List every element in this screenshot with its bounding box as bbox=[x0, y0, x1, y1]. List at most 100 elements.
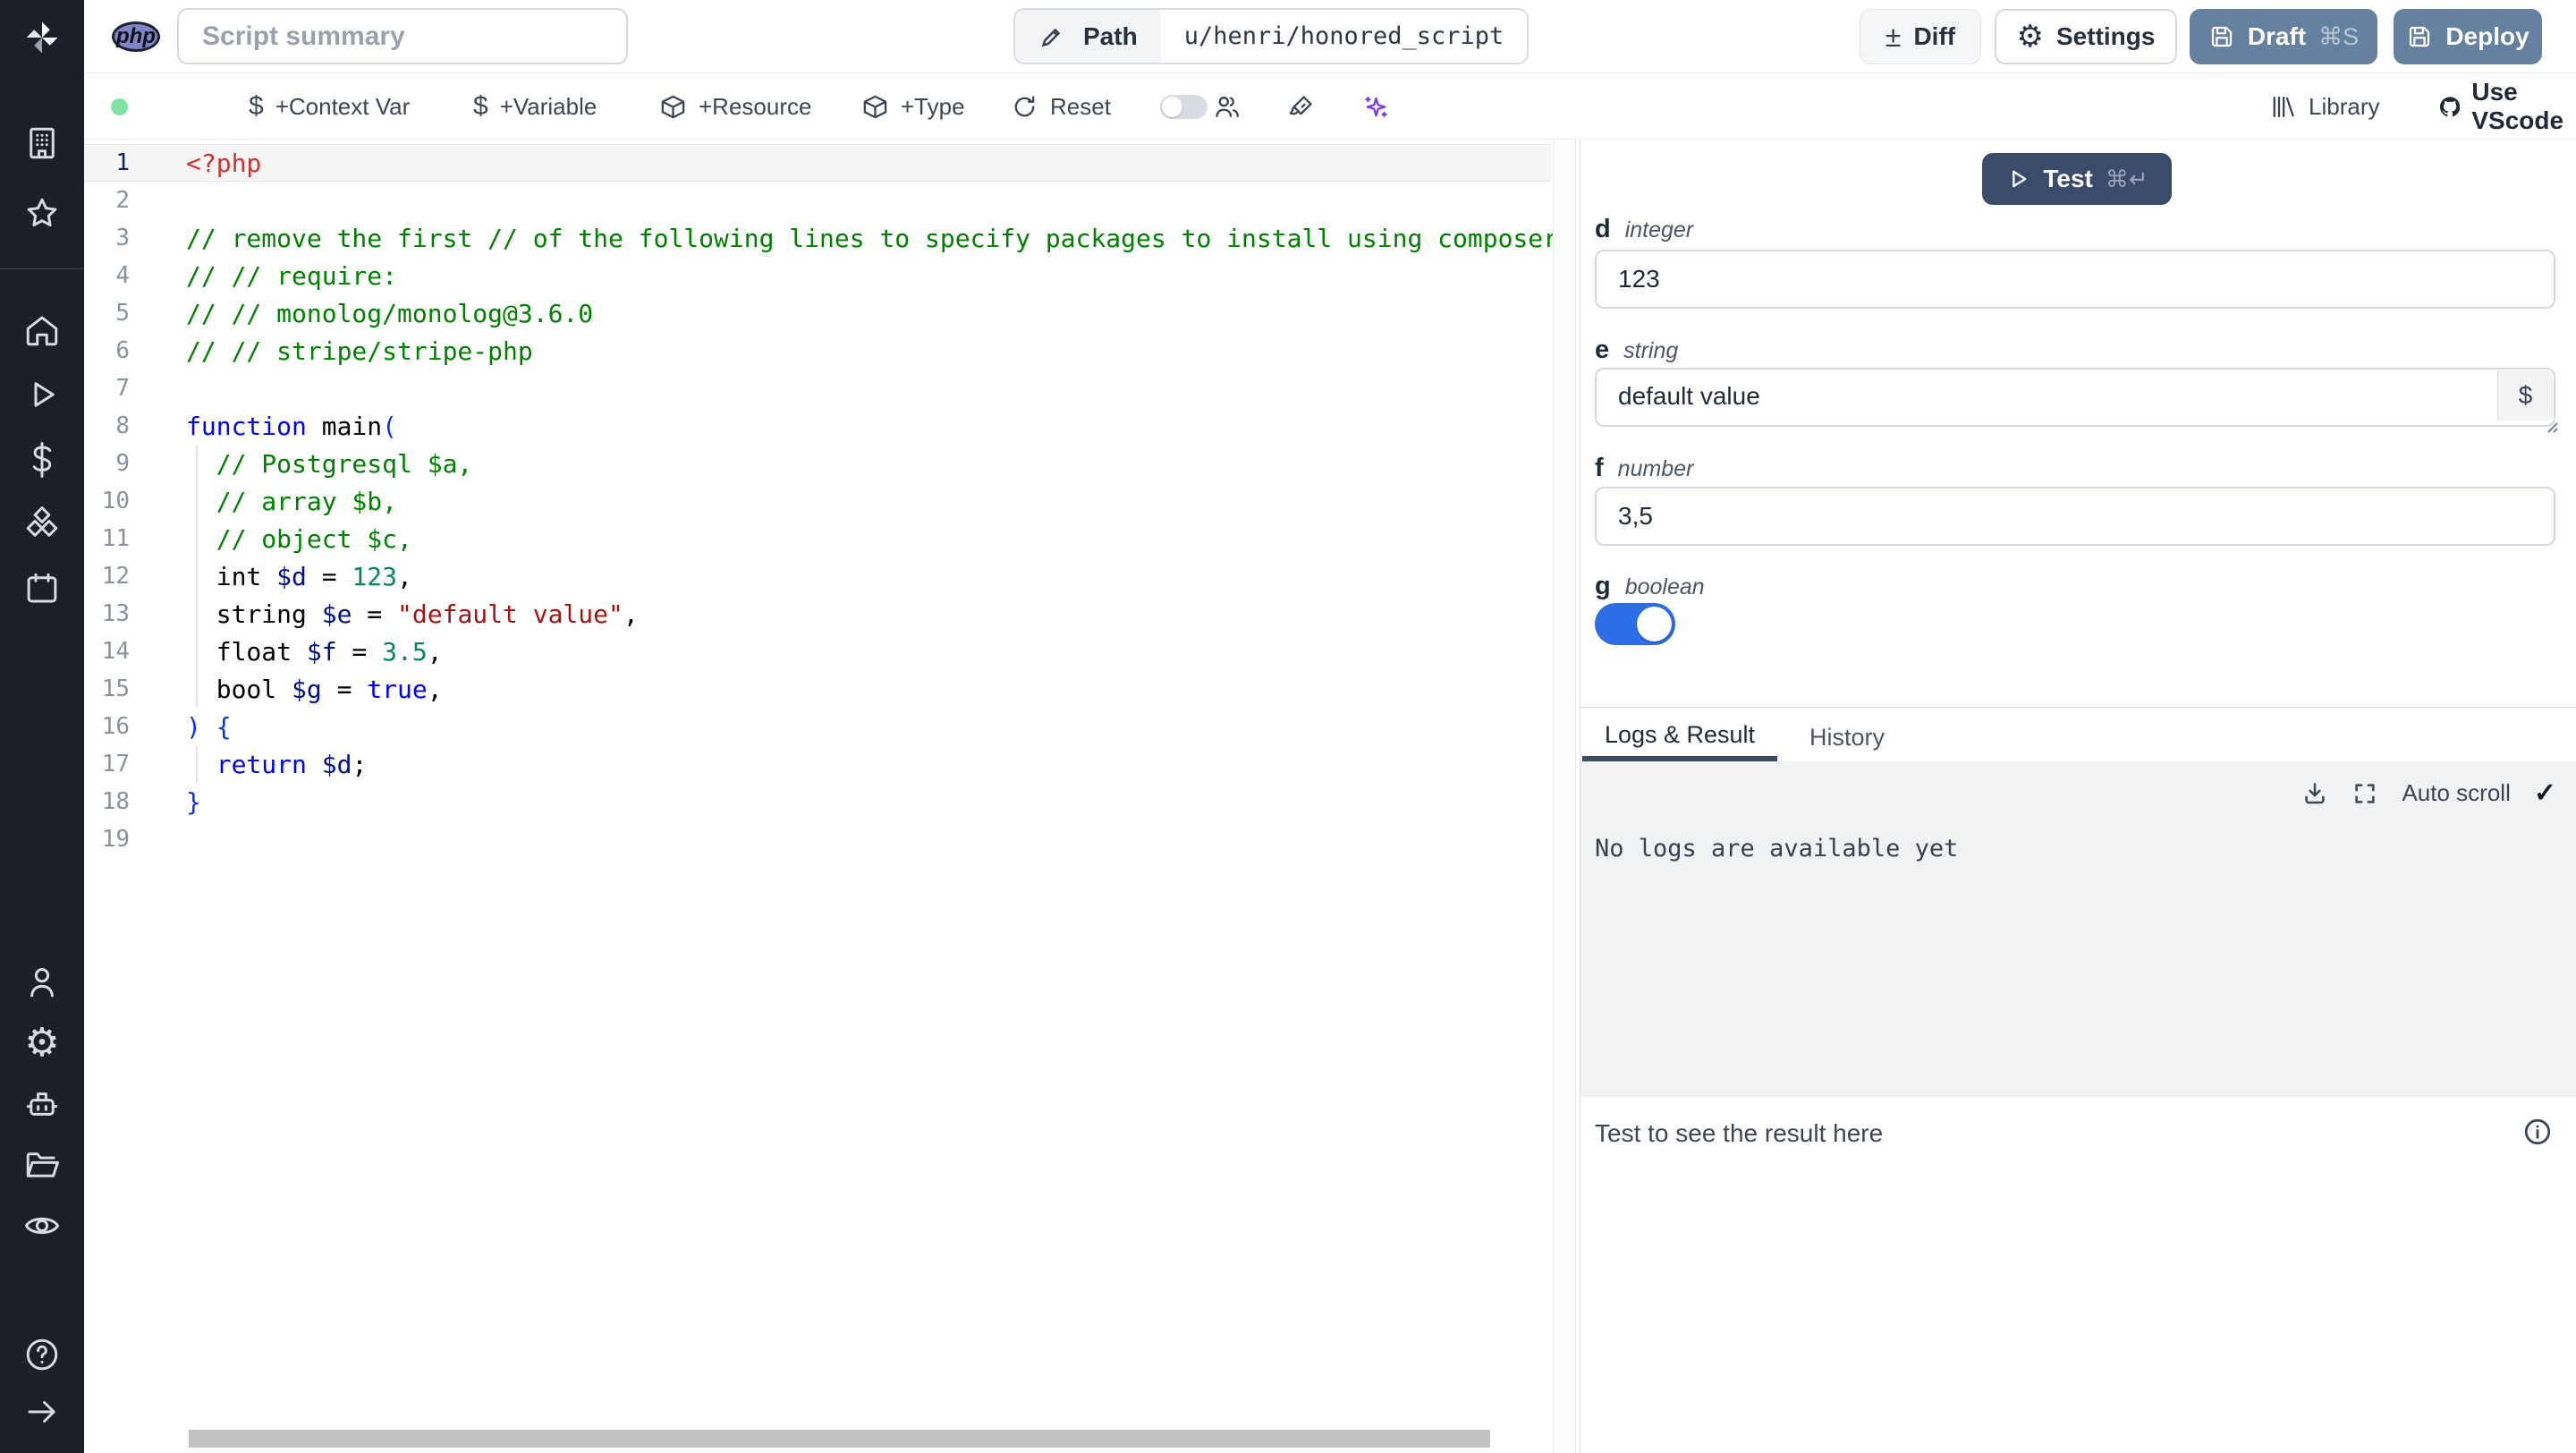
toggle-off[interactable] bbox=[1160, 94, 1208, 119]
add-resource-button[interactable]: +Resource bbox=[659, 73, 811, 140]
script-summary-input[interactable] bbox=[177, 8, 628, 64]
code-line[interactable]: 19 bbox=[84, 820, 1580, 858]
use-vscode-label: Use VScode bbox=[2471, 78, 2564, 134]
test-button[interactable]: Test ⌘↵ bbox=[1982, 153, 2172, 205]
sidebar-item-workers[interactable] bbox=[0, 1079, 84, 1129]
arg-type: boolean bbox=[1624, 574, 1705, 599]
php-language-badge: php bbox=[112, 21, 160, 52]
resize-handle[interactable] bbox=[2543, 418, 2559, 434]
horizontal-splitter[interactable] bbox=[1580, 707, 2576, 708]
diff-button[interactable]: ± Diff bbox=[1860, 9, 1981, 64]
tab-logs-result[interactable]: Logs & Result bbox=[1582, 713, 1777, 761]
code-line[interactable]: 1 <?php bbox=[84, 144, 1580, 182]
plus-minus-icon: ± bbox=[1885, 20, 1902, 53]
sidebar-item-audit-logs[interactable] bbox=[0, 1201, 84, 1251]
test-shortcut: ⌘↵ bbox=[2105, 165, 2148, 192]
code-line[interactable]: 16) { bbox=[84, 708, 1580, 745]
editor-vertical-scrollbar[interactable] bbox=[1553, 140, 1576, 1453]
sidebar-item-expand[interactable] bbox=[0, 1387, 84, 1437]
tab-label: Logs & Result bbox=[1604, 720, 1756, 748]
code-lines: 1 <?php 2 3// remove the first // of the fo… bbox=[84, 144, 1580, 858]
add-variable-button[interactable]: $ +Variable bbox=[473, 73, 597, 140]
sidebar-item-workspace[interactable] bbox=[0, 118, 84, 168]
path-label: Path bbox=[1083, 21, 1138, 50]
sidebar-divider bbox=[0, 268, 84, 269]
dollar-icon: $ bbox=[249, 91, 264, 121]
sidebar-item-variables[interactable] bbox=[0, 435, 84, 485]
diff-label: Diff bbox=[1913, 22, 1956, 50]
reset-label: Reset bbox=[1050, 92, 1111, 120]
code-line[interactable]: 10 // array $b, bbox=[84, 482, 1580, 520]
paintbrush-icon bbox=[1289, 95, 1312, 115]
code-line[interactable]: 12 int $d = 123, bbox=[84, 557, 1580, 595]
multiplayer-button[interactable] bbox=[1213, 73, 1241, 140]
editor-horizontal-scrollbar[interactable] bbox=[189, 1430, 1490, 1448]
add-context-var-button[interactable]: $ +Context Var bbox=[249, 73, 410, 140]
sidebar-item-schedules[interactable] bbox=[0, 564, 84, 614]
library-button[interactable]: Library bbox=[2269, 73, 2379, 140]
info-icon[interactable] bbox=[2522, 1117, 2553, 1151]
code-line[interactable]: 4// // require: bbox=[84, 257, 1580, 294]
diff-mode-toggle[interactable] bbox=[1160, 73, 1208, 140]
code-line[interactable]: 7 bbox=[84, 370, 1580, 407]
settings-button[interactable]: ⚙ Settings bbox=[1995, 9, 2177, 64]
sidebar-item-user[interactable] bbox=[0, 957, 84, 1007]
result-placeholder: Test to see the result here bbox=[1595, 1119, 1884, 1147]
code-line[interactable]: 11 // object $c, bbox=[84, 520, 1580, 557]
path-value: u/henri/honored_script bbox=[1183, 22, 1504, 50]
arg-d-input[interactable] bbox=[1595, 250, 2555, 309]
code-line[interactable]: 2 bbox=[84, 182, 1580, 219]
draft-button[interactable]: Draft ⌘S bbox=[2190, 9, 2377, 64]
ai-assistant-button[interactable] bbox=[1362, 73, 1390, 140]
result-tabs: Logs & Result History bbox=[1580, 713, 2576, 761]
code-line[interactable]: 9 // Postgresql $a, bbox=[84, 445, 1580, 482]
download-logs-icon[interactable] bbox=[2301, 780, 2328, 807]
sidebar-item-runs[interactable] bbox=[0, 370, 84, 420]
arg-name: e bbox=[1595, 336, 1610, 364]
arg-type: integer bbox=[1624, 217, 1694, 242]
code-line[interactable]: 15 bool $g = true, bbox=[84, 670, 1580, 708]
code-line[interactable]: 3// remove the first // of the following… bbox=[84, 219, 1580, 257]
play-icon bbox=[2012, 170, 2027, 188]
add-type-button[interactable]: +Type bbox=[861, 73, 965, 140]
reset-button[interactable]: Reset bbox=[1011, 73, 1111, 140]
add-context-var-label: +Context Var bbox=[275, 92, 411, 120]
pencil-icon bbox=[1041, 28, 1061, 47]
code-line[interactable]: 13 string $e = "default value", bbox=[84, 595, 1580, 633]
left-sidebar: ⚙ bbox=[0, 0, 84, 1453]
deploy-button[interactable]: Deploy bbox=[2394, 9, 2542, 64]
code-line[interactable]: 18} bbox=[84, 783, 1580, 820]
format-button[interactable] bbox=[1287, 73, 1315, 140]
code-line[interactable]: 17 return $d; bbox=[84, 745, 1580, 783]
expand-logs-icon[interactable] bbox=[2351, 780, 2378, 807]
check-icon[interactable]: ✓ bbox=[2534, 777, 2556, 809]
code-line[interactable]: 14 float $f = 3.5, bbox=[84, 633, 1580, 670]
sidebar-item-home[interactable] bbox=[0, 305, 84, 355]
arg-g-toggle[interactable] bbox=[1595, 603, 1675, 645]
sidebar-item-settings[interactable]: ⚙ bbox=[0, 1018, 84, 1068]
code-line[interactable]: 5// // monolog/monolog@3.6.0 bbox=[84, 294, 1580, 332]
sidebar-item-resources[interactable] bbox=[0, 499, 84, 549]
use-vscode-button[interactable]: Use VScode bbox=[2440, 73, 2576, 140]
code-line[interactable]: 6// // stripe/stripe-php bbox=[84, 332, 1580, 370]
github-icon bbox=[2440, 96, 2461, 116]
sidebar-item-help[interactable] bbox=[0, 1330, 84, 1380]
sidebar-item-favorites[interactable] bbox=[0, 189, 84, 239]
path-edit[interactable]: Path bbox=[1015, 10, 1161, 63]
path-widget[interactable]: Path u/henri/honored_script bbox=[1013, 8, 1530, 64]
insert-variable-button[interactable]: $ bbox=[2497, 370, 2553, 421]
tab-history[interactable]: History bbox=[1784, 713, 1910, 761]
code-editor[interactable]: 1 <?php 2 3// remove the first // of the fo… bbox=[84, 140, 1580, 1453]
editor-toolbar: $ +Context Var $ +Variable +Resource +Ty… bbox=[84, 73, 2576, 140]
add-type-label: +Type bbox=[901, 92, 965, 120]
arg-f-input[interactable] bbox=[1595, 487, 2555, 546]
arg-e-textarea[interactable]: default value bbox=[1595, 368, 2555, 427]
arg-e-label: e string bbox=[1595, 336, 1678, 365]
preview-panel: Test ⌘↵ d integer e string default value… bbox=[1580, 140, 2576, 1453]
status-dot bbox=[111, 98, 128, 115]
sidebar-item-folders[interactable] bbox=[0, 1140, 84, 1190]
code-line[interactable]: 8 function main( bbox=[84, 407, 1580, 445]
auto-scroll-label[interactable]: Auto scroll bbox=[2402, 779, 2510, 807]
windmill-logo[interactable] bbox=[0, 13, 84, 63]
draft-shortcut: ⌘S bbox=[2318, 22, 2360, 50]
